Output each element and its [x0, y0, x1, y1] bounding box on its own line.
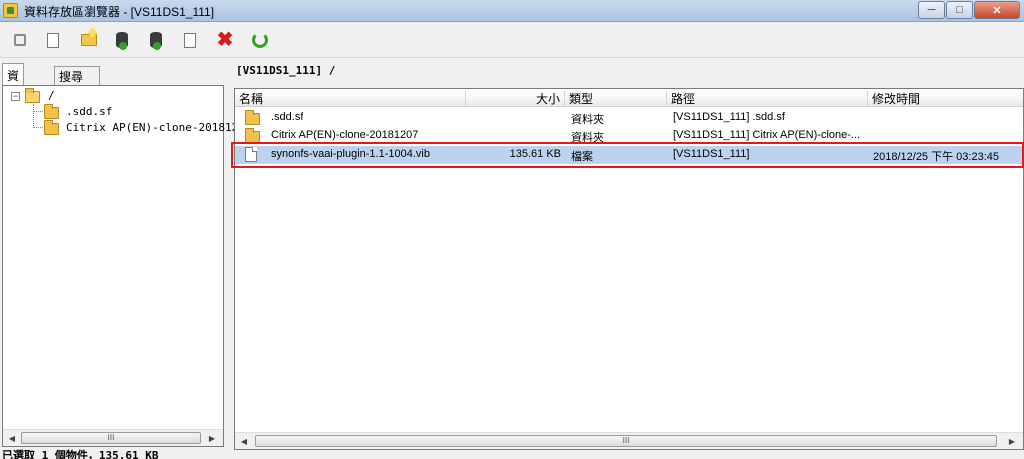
window-title: 資料存放區瀏覽器 - [VS11DS1_111] [24, 5, 215, 19]
title-bar: 資料存放區瀏覽器 - [VS11DS1_111] ─ □ ✕ [0, 0, 1024, 22]
row-path: [VS11DS1_111] Citrix AP(EN)-clone-... [673, 129, 861, 141]
delete-icon[interactable]: ✖ [215, 30, 235, 50]
row-path: [VS11DS1_111] .sdd.sf [673, 111, 785, 123]
column-name[interactable]: 名稱 [235, 91, 466, 107]
file-icon [245, 147, 257, 162]
new-folder-icon[interactable] [79, 30, 99, 50]
right-horizontal-scrollbar[interactable]: ◀ III ▶ [235, 432, 1023, 449]
folder-icon [245, 110, 260, 125]
maximize-button[interactable]: □ [946, 1, 973, 19]
tree-item-citrix[interactable]: Citrix AP(EN)-clone-201812 [66, 121, 238, 134]
tab-search[interactable]: 搜尋 [54, 66, 100, 85]
table-row[interactable]: Citrix AP(EN)-clone-20181207 資料夾 [VS11DS… [235, 127, 1023, 145]
folder-tree: − / .sdd.sf Citrix AP(EN)-clone-201812 ◀… [2, 85, 238, 447]
toolbar: ✖ [0, 22, 1024, 58]
row-name: Citrix AP(EN)-clone-20181207 [271, 129, 419, 141]
app-icon [3, 3, 18, 18]
scroll-right-icon[interactable]: ▶ [1005, 435, 1019, 448]
tree-item-sdd[interactable]: .sdd.sf [66, 105, 112, 118]
scroll-left-icon[interactable]: ◀ [5, 432, 19, 445]
scroll-thumb[interactable]: III [21, 432, 201, 444]
copy-icon[interactable] [10, 30, 30, 50]
window-controls: ─ □ ✕ [917, 1, 1020, 19]
minimize-button[interactable]: ─ [918, 1, 945, 19]
move-icon[interactable] [180, 30, 200, 50]
row-name: .sdd.sf [271, 111, 304, 123]
folder-icon [44, 120, 59, 135]
column-type[interactable]: 類型 [565, 91, 667, 107]
row-type: 資料夾 [571, 132, 604, 144]
scroll-thumb[interactable]: III [255, 435, 997, 447]
column-path[interactable]: 路徑 [667, 91, 868, 107]
close-button[interactable]: ✕ [974, 1, 1020, 19]
status-bar: 已選取 1 個物件，135.61 KB [0, 449, 1024, 459]
tree-item-root[interactable]: / [48, 89, 55, 102]
column-headers: 名稱 大小 類型 路徑 修改時間 [235, 91, 1023, 107]
folder-icon [245, 128, 260, 143]
file-list: 名稱 大小 類型 路徑 修改時間 .sdd.sf 資料夾 [VS11DS1_11… [234, 88, 1024, 450]
scroll-right-icon[interactable]: ▶ [205, 432, 219, 445]
row-size: 135.61 KB [509, 148, 561, 160]
scroll-left-icon[interactable]: ◀ [237, 435, 251, 448]
refresh-icon[interactable] [250, 30, 270, 50]
row-modified: 2018/12/25 下午 03:23:45 [873, 151, 999, 163]
row-name: synonfs-vaai-plugin-1.1-1004.vib [271, 148, 430, 160]
tab-folders[interactable]: 資料夾 [2, 63, 25, 117]
row-type: 資料夾 [571, 114, 604, 126]
column-size[interactable]: 大小 [466, 91, 565, 107]
left-horizontal-scrollbar[interactable]: ◀ III ▶ [3, 429, 223, 446]
row-type: 檔案 [571, 151, 593, 163]
table-row[interactable]: .sdd.sf 資料夾 [VS11DS1_111] .sdd.sf [235, 109, 1023, 127]
folder-icon [44, 104, 59, 119]
download-icon[interactable] [146, 30, 166, 50]
status-text: 已選取 1 個物件，135.61 KB [2, 449, 159, 459]
table-row-selected[interactable]: synonfs-vaai-plugin-1.1-1004.vib 135.61 … [235, 146, 1023, 164]
collapse-toggle[interactable]: − [11, 92, 20, 101]
open-folder-icon [25, 88, 40, 103]
row-path: [VS11DS1_111] [673, 148, 750, 160]
column-modified[interactable]: 修改時間 [868, 91, 1023, 107]
current-path: [VS11DS1_111] / [236, 64, 336, 77]
upload-icon[interactable] [112, 30, 132, 50]
paste-icon[interactable] [43, 30, 63, 50]
